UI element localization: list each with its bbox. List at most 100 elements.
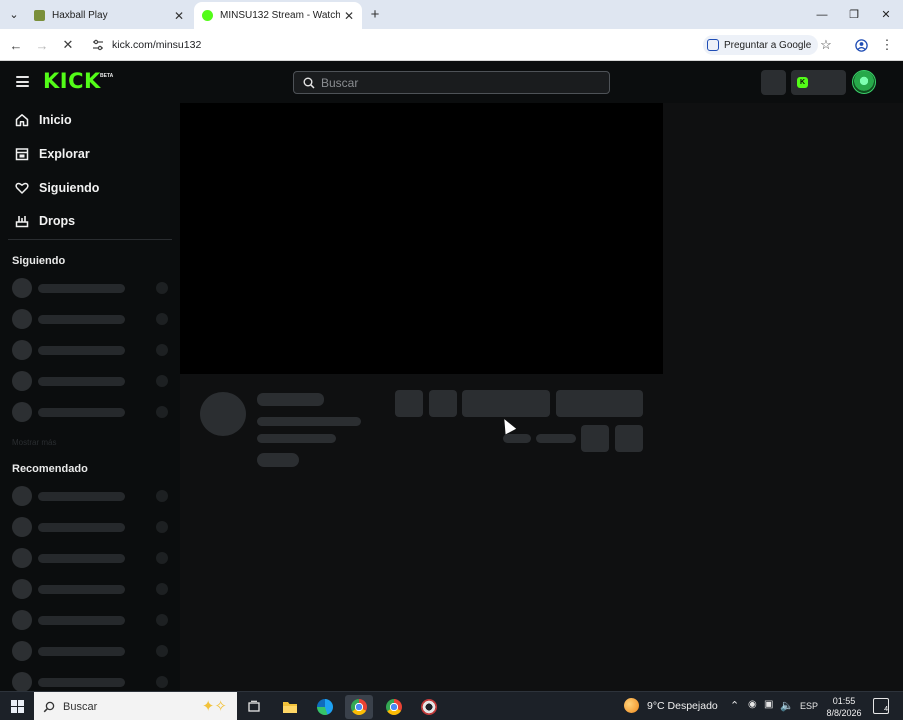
search-input[interactable]: Buscar — [293, 71, 610, 94]
video-player[interactable] — [180, 103, 663, 374]
header-kick-points-button[interactable]: K — [791, 70, 846, 95]
notification-count: 4 — [884, 706, 888, 713]
bookmark-star-icon[interactable]: ☆ — [816, 35, 836, 55]
weather-text: 9°C Despejado — [647, 699, 718, 712]
heart-icon — [14, 180, 30, 196]
weather-moon-icon — [624, 698, 639, 713]
kick-header: KICK BETA Buscar K — [0, 61, 903, 103]
haxball-favicon-icon — [34, 10, 45, 21]
recommended-skeleton-item — [12, 672, 170, 692]
sidebar: Inicio Explorar Siguiendo Drops Siguiend… — [0, 103, 180, 692]
taskbar-search-icon — [43, 701, 55, 712]
sidebar-divider — [8, 239, 172, 240]
following-skeleton-item — [12, 402, 170, 422]
stream-category-skeleton — [257, 434, 336, 443]
tray-chevron-up-icon[interactable]: ⌃ — [730, 699, 739, 712]
kick-logo[interactable]: KICK — [43, 69, 101, 93]
search-icon — [303, 77, 315, 89]
more-skeleton-button — [615, 425, 643, 452]
recommended-section-title: Recomendado — [12, 463, 88, 475]
obs-recorder-icon[interactable] — [415, 695, 443, 719]
browser-menu-dots-icon[interactable]: ⋮ — [877, 35, 897, 55]
forward-arrow-icon[interactable]: → — [32, 35, 52, 55]
ask-google-label: Preguntar a Google — [724, 39, 812, 51]
recommended-skeleton-item — [12, 517, 170, 537]
browser-tabstrip: ⌄ Haxball Play ✕ MINSU132 Stream - Watch… — [0, 0, 903, 29]
tray-volume-icon[interactable]: 🔈 — [780, 699, 794, 712]
site-info-icon[interactable] — [92, 39, 104, 51]
task-view-icon[interactable] — [240, 695, 268, 719]
tab-close-icon[interactable]: ✕ — [344, 9, 354, 23]
sidebar-item-label: Explorar — [39, 147, 90, 161]
sidebar-item-siguiendo[interactable]: Siguiendo — [14, 178, 99, 198]
drops-icon — [14, 213, 30, 229]
action-skeleton-button — [429, 390, 457, 417]
url-text: kick.com/minsu132 — [112, 39, 202, 51]
following-section-title: Siguiendo — [12, 255, 66, 267]
weather-widget[interactable]: 9°C Despejado — [624, 698, 718, 713]
following-skeleton-item — [12, 309, 170, 329]
user-avatar[interactable] — [852, 70, 876, 94]
profile-icon[interactable] — [851, 35, 871, 55]
clock-date: 8/8/2026 — [826, 708, 862, 718]
tab-title: MINSU132 Stream - Watch Live — [220, 10, 340, 21]
chrome-profile-browser-icon[interactable] — [380, 695, 408, 719]
windows-taskbar: Buscar ✦✧ 9°C Despejado ⌃ ◉ ▣ 🔈 ESP 01:5… — [0, 691, 903, 720]
google-lens-icon — [707, 39, 719, 51]
window-close-icon[interactable]: ✕ — [870, 0, 902, 29]
tab-title: Haxball Play — [52, 10, 108, 21]
browse-icon — [14, 146, 30, 162]
recommended-skeleton-item — [12, 641, 170, 661]
back-arrow-icon[interactable]: ← — [6, 35, 26, 55]
chrome-browser-icon[interactable] — [345, 695, 373, 719]
search-placeholder: Buscar — [321, 75, 359, 90]
follow-skeleton-button — [462, 390, 550, 417]
tray-network-icon[interactable]: ▣ — [764, 699, 773, 710]
channel-avatar-skeleton — [200, 392, 246, 436]
recommended-skeleton-item — [12, 579, 170, 599]
clock-time: 01:55 — [832, 696, 856, 706]
stream-tag-skeleton — [257, 453, 299, 467]
beta-badge: BETA — [100, 73, 114, 79]
tray-camera-icon[interactable]: ◉ — [748, 699, 757, 710]
sidebar-item-label: Inicio — [39, 113, 72, 127]
channel-name-skeleton — [257, 393, 324, 406]
following-skeleton-item — [12, 371, 170, 391]
taskbar-clock[interactable]: 01:55 8/8/2026 — [822, 695, 866, 719]
edge-browser-icon[interactable] — [311, 695, 339, 719]
viewer-count-skeleton — [503, 434, 531, 443]
tab-minsu132[interactable]: MINSU132 Stream - Watch Live ✕ — [194, 2, 362, 29]
subscribe-skeleton-button — [556, 390, 643, 417]
sidebar-item-label: Drops — [39, 214, 76, 228]
hamburger-menu-icon[interactable] — [16, 76, 29, 87]
sidebar-item-label: Siguiendo — [39, 181, 100, 195]
share-skeleton-button — [581, 425, 609, 452]
recommended-skeleton-item — [12, 610, 170, 630]
tab-search-chevron-icon[interactable]: ⌄ — [4, 5, 24, 23]
taskbar-search-placeholder: Buscar — [63, 700, 98, 713]
stop-loading-icon[interactable]: ✕ — [58, 35, 78, 55]
kick-favicon-icon — [202, 10, 213, 21]
tab-haxball[interactable]: Haxball Play ✕ — [26, 2, 192, 29]
home-icon — [14, 112, 30, 128]
show-more-link[interactable]: Mostrar más — [12, 438, 56, 447]
tab-close-icon[interactable]: ✕ — [174, 9, 184, 23]
recommended-skeleton-item — [12, 486, 170, 506]
input-language[interactable]: ESP — [800, 701, 818, 711]
header-skeleton-button — [761, 70, 786, 95]
search-highlight-sparkle-icon: ✦✧ — [201, 698, 227, 715]
sidebar-item-explorar[interactable]: Explorar — [14, 144, 90, 164]
sidebar-item-drops[interactable]: Drops — [14, 211, 75, 231]
windows-start-icon[interactable] — [11, 700, 24, 713]
sidebar-item-inicio[interactable]: Inicio — [14, 110, 72, 130]
ask-google-button[interactable]: Preguntar a Google — [703, 35, 819, 55]
new-tab-plus-icon[interactable]: + — [366, 4, 384, 24]
minimize-icon[interactable]: — — [806, 0, 838, 29]
following-skeleton-item — [12, 278, 170, 298]
notification-center-icon[interactable]: 4 — [873, 698, 889, 714]
main-content — [180, 103, 903, 691]
file-explorer-icon[interactable] — [276, 695, 304, 719]
restore-icon[interactable]: ❐ — [838, 0, 870, 29]
following-skeleton-item — [12, 340, 170, 360]
taskbar-search-input[interactable]: Buscar ✦✧ — [34, 692, 237, 720]
